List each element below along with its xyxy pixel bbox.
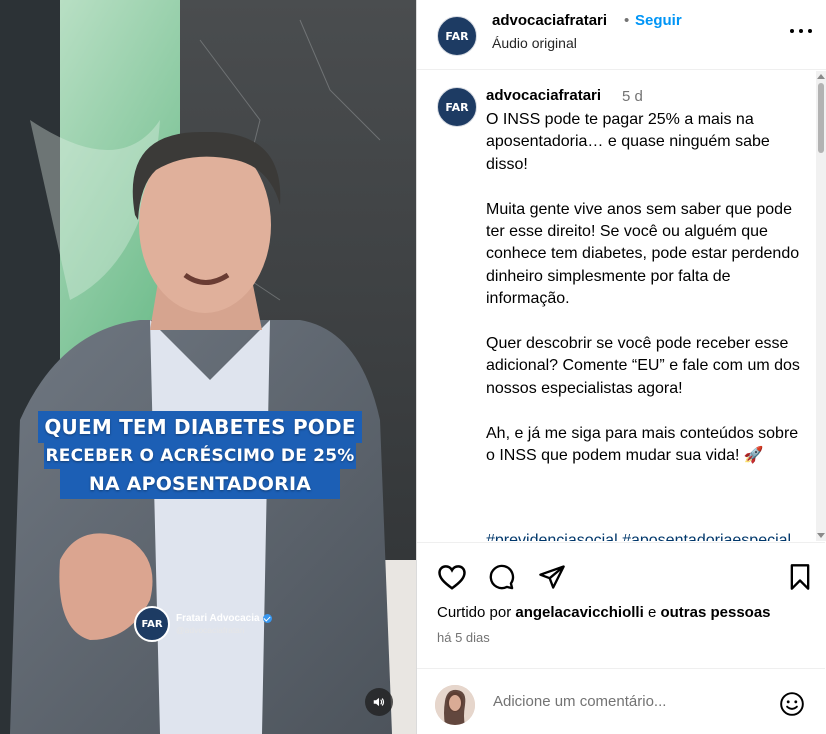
caption-line: QUEM TEM DIABETES PODE bbox=[38, 411, 362, 443]
heart-icon[interactable] bbox=[437, 563, 467, 591]
likes-prefix: Curtido por bbox=[437, 604, 516, 621]
caption-line: RECEBER O ACRÉSCIMO DE 25% bbox=[44, 443, 356, 469]
brand-handle: @advocaciafratari bbox=[176, 625, 245, 635]
comment-input[interactable] bbox=[493, 693, 763, 710]
comments-scrollbar[interactable] bbox=[816, 71, 826, 541]
scroll-down-arrow[interactable] bbox=[817, 533, 825, 538]
caption-line: NA APOSENTADORIA bbox=[60, 469, 340, 499]
separator-dot: • bbox=[624, 12, 630, 29]
likes-others-link[interactable]: outras pessoas bbox=[660, 604, 770, 621]
reel-video[interactable]: QUEM TEM DIABETES PODE RECEBER O ACRÉSCI… bbox=[0, 0, 416, 734]
comment-icon[interactable] bbox=[487, 563, 515, 591]
comments-area[interactable]: FAR advocaciafratari 5 d O INSS pode te … bbox=[417, 71, 825, 541]
follow-button[interactable]: Seguir bbox=[635, 12, 682, 29]
emoji-icon[interactable] bbox=[779, 691, 805, 717]
more-options-button[interactable] bbox=[790, 24, 812, 38]
liker-username[interactable]: angelacavicchiolli bbox=[515, 604, 643, 621]
video-caption-banner: QUEM TEM DIABETES PODE RECEBER O ACRÉSCI… bbox=[38, 411, 362, 499]
video-brand-watermark: FAR Fratari Advocacia @advocaciafratari bbox=[134, 606, 272, 642]
post-header: FAR advocaciafratari • Seguir Áudio orig… bbox=[417, 0, 826, 70]
author-avatar[interactable]: FAR bbox=[437, 16, 477, 56]
brand-name: Fratari Advocacia bbox=[176, 613, 260, 624]
brand-logo: FAR bbox=[134, 606, 170, 642]
post-caption: O INSS pode te pagar 25% a mais na apose… bbox=[486, 111, 800, 465]
verified-icon bbox=[262, 614, 272, 623]
post-side-panel: FAR advocaciafratari • Seguir Áudio orig… bbox=[416, 0, 826, 734]
bookmark-icon[interactable] bbox=[787, 563, 813, 591]
post-time[interactable]: há 5 dias bbox=[437, 630, 490, 645]
scroll-up-arrow[interactable] bbox=[817, 74, 825, 79]
caption-author[interactable]: advocaciafratari bbox=[486, 87, 601, 104]
likes-middle: e bbox=[643, 604, 661, 621]
author-username[interactable]: advocaciafratari bbox=[492, 12, 607, 29]
more-icon bbox=[790, 29, 794, 33]
caption-age: 5 d bbox=[622, 88, 643, 105]
audio-link[interactable]: Áudio original bbox=[492, 35, 577, 51]
action-bar bbox=[417, 542, 825, 592]
scroll-thumb[interactable] bbox=[818, 83, 824, 153]
post-hashtags[interactable]: #previdenciasocial #aposentadoriaespecia… bbox=[486, 532, 806, 541]
author-avatar[interactable]: FAR bbox=[437, 87, 477, 127]
volume-icon bbox=[373, 697, 385, 707]
likes-summary: Curtido por angelacavicchiolli e outras … bbox=[437, 604, 771, 621]
add-comment-bar bbox=[417, 668, 825, 734]
share-icon[interactable] bbox=[538, 563, 566, 591]
mute-toggle-button[interactable] bbox=[365, 688, 393, 716]
user-avatar[interactable] bbox=[435, 685, 475, 725]
